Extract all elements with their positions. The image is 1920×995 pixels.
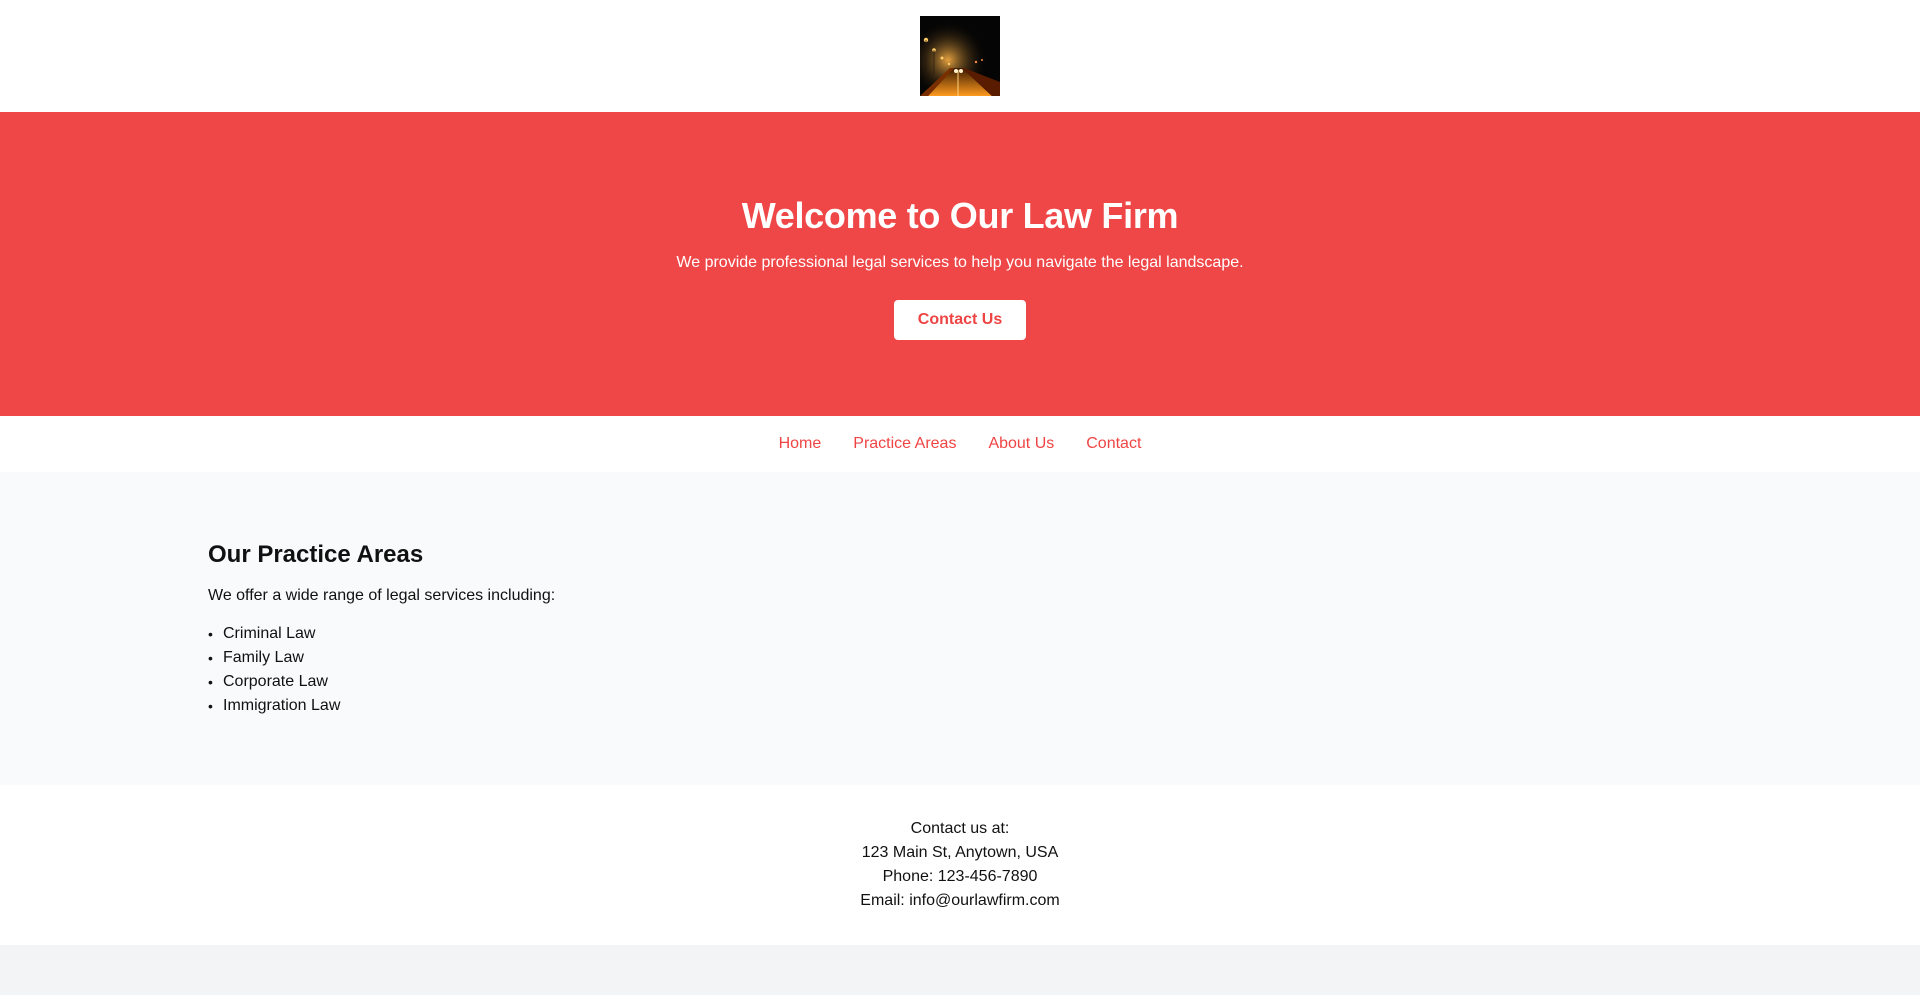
practice-area-label: Criminal Law xyxy=(223,625,316,642)
contact-us-button[interactable]: Contact Us xyxy=(894,300,1026,340)
footer-contact: Contact us at: 123 Main St, Anytown, USA… xyxy=(0,785,1920,945)
bullet-icon: • xyxy=(208,650,213,666)
practice-area-label: Corporate Law xyxy=(223,673,328,690)
nav-link-contact[interactable]: Contact xyxy=(1086,435,1141,453)
night-road-icon xyxy=(920,16,1000,96)
practice-areas-intro: We offer a wide range of legal services … xyxy=(208,587,556,604)
page-bottom-band xyxy=(0,945,1920,995)
hero-section: Welcome to Our Law Firm We provide profe… xyxy=(0,112,1920,416)
list-item: • Immigration Law xyxy=(208,694,1920,718)
site-header xyxy=(0,0,1920,112)
hero-title: Welcome to Our Law Firm xyxy=(741,195,1179,236)
footer-email: Email: info@ourlawfirm.com xyxy=(860,892,1060,909)
hero-subtitle: We provide professional legal services t… xyxy=(676,254,1244,271)
practice-area-label: Immigration Law xyxy=(223,697,341,714)
practice-area-label: Family Law xyxy=(223,649,304,666)
list-item: • Family Law xyxy=(208,646,1920,670)
footer-contact-heading: Contact us at: xyxy=(910,820,1010,837)
bullet-icon: • xyxy=(208,698,213,714)
footer-phone: Phone: 123-456-7890 xyxy=(882,868,1038,885)
footer-address: 123 Main St, Anytown, USA xyxy=(861,844,1059,861)
main-nav: Home Practice Areas About Us Contact xyxy=(0,416,1920,472)
nav-link-home[interactable]: Home xyxy=(779,435,822,453)
nav-link-about-us[interactable]: About Us xyxy=(988,435,1054,453)
nav-link-practice-areas[interactable]: Practice Areas xyxy=(853,435,956,453)
practice-areas-section: Our Practice Areas We offer a wide range… xyxy=(0,472,1920,785)
logo-image[interactable] xyxy=(920,16,1000,96)
practice-areas-title: Our Practice Areas xyxy=(208,541,424,568)
list-item: • Corporate Law xyxy=(208,670,1920,694)
bullet-icon: • xyxy=(208,626,213,642)
practice-areas-list: • Criminal Law • Family Law • Corporate Law… xyxy=(208,622,1920,718)
bullet-icon: • xyxy=(208,674,213,690)
list-item: • Criminal Law xyxy=(208,622,1920,646)
